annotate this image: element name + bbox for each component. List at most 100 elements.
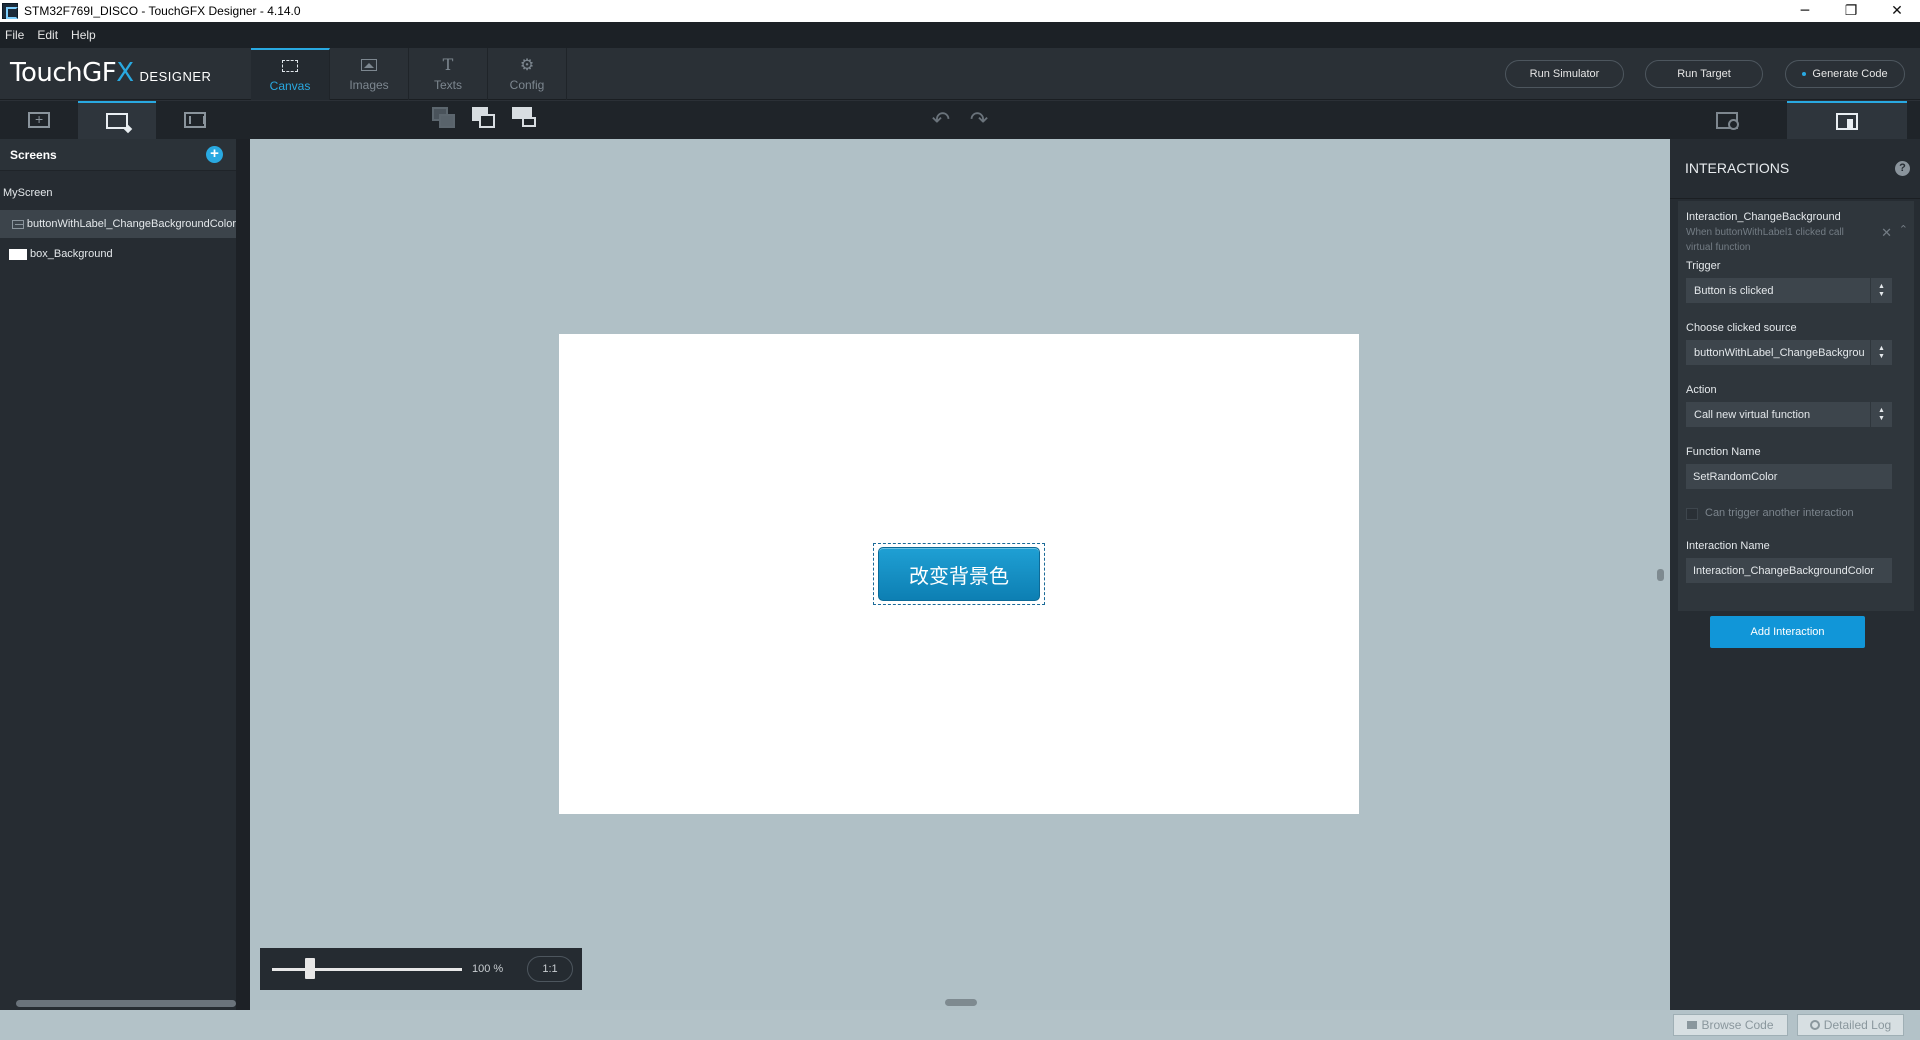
tree-scrollbar[interactable]: [16, 1000, 236, 1007]
touchgfx-logo: TouchGFX DESIGNER: [10, 58, 211, 90]
add-screen-button[interactable]: +: [206, 146, 223, 163]
detailed-log-button[interactable]: Detailed Log: [1797, 1014, 1904, 1036]
canvas-vertical-scrollbar[interactable]: [1657, 569, 1664, 581]
window-title: STM32F769I_DISCO - TouchGFX Designer - 4…: [24, 4, 301, 18]
panel-splitter[interactable]: [236, 139, 250, 1010]
canvas-widget-button[interactable]: 改变背景色: [878, 547, 1040, 601]
interactions-icon: [1836, 112, 1858, 130]
select-arrows-icon: ▲ ▼: [1870, 340, 1892, 365]
tree-item-label: buttonWithLabel_ChangeBackgroundColor: [26, 218, 236, 230]
run-simulator-button[interactable]: Run Simulator: [1505, 60, 1624, 88]
restore-button[interactable]: ❐: [1828, 0, 1874, 22]
trigger-select[interactable]: Button is clicked ▲ ▼: [1686, 278, 1892, 303]
properties-panel-tab[interactable]: [1667, 101, 1787, 139]
canvas-widget-button-label: 改变背景色: [909, 565, 1009, 588]
canvas-horizontal-scrollbar[interactable]: [945, 999, 977, 1006]
undo-icon[interactable]: ↶: [926, 107, 956, 133]
collapse-icon[interactable]: ⌃: [1899, 223, 1908, 236]
zoom-slider-track[interactable]: [272, 968, 462, 971]
tree-item-label: box_Background: [30, 248, 113, 260]
widget-properties-icon: [1716, 111, 1739, 130]
properties-tab[interactable]: [156, 101, 234, 139]
interactions-header: INTERACTIONS ?: [1670, 139, 1920, 199]
tree-item-myscreen[interactable]: MyScreen: [0, 179, 236, 207]
title-bar: STM32F769I_DISCO - TouchGFX Designer - 4…: [0, 0, 1920, 22]
close-window-button[interactable]: ✕: [1874, 0, 1920, 22]
box-widget-icon: [9, 248, 27, 260]
tab-canvas[interactable]: Canvas: [251, 48, 330, 100]
zoom-reset-button[interactable]: 1:1: [527, 956, 573, 982]
menu-edit[interactable]: Edit: [32, 28, 66, 42]
browse-code-label: Browse Code: [1701, 1018, 1774, 1032]
source-label: Choose clicked source: [1686, 322, 1797, 334]
canvas-area[interactable]: 改变背景色 100 % 1:1: [250, 139, 1670, 1010]
interaction-description: When buttonWithLabel1 clicked call virtu…: [1686, 227, 1844, 253]
sliders-icon: [184, 112, 206, 128]
run-target-label: Run Target: [1677, 68, 1731, 80]
interaction-name[interactable]: Interaction_ChangeBackground: [1686, 211, 1841, 223]
touchgfx-designer-window: STM32F769I_DISCO - TouchGFX Designer - 4…: [0, 0, 1920, 1040]
bring-forward-icon[interactable]: [472, 107, 498, 131]
menu-file[interactable]: File: [0, 28, 32, 42]
tree-item-label: MyScreen: [3, 187, 53, 199]
help-icon[interactable]: ?: [1895, 161, 1910, 176]
menu-help[interactable]: Help: [66, 28, 104, 42]
can-trigger-checkbox[interactable]: [1686, 508, 1698, 520]
interaction-card: Interaction_ChangeBackground When button…: [1678, 201, 1914, 611]
interaction-name-label: Interaction Name: [1686, 540, 1770, 552]
tab-texts-label: Texts: [433, 77, 462, 92]
run-target-button[interactable]: Run Target: [1645, 60, 1763, 88]
add-interaction-button[interactable]: Add Interaction: [1710, 616, 1865, 648]
add-widget-icon: [28, 111, 50, 128]
zoom-slider-knob[interactable]: [305, 958, 315, 979]
run-simulator-label: Run Simulator: [1529, 68, 1600, 80]
tree-view-tab[interactable]: [78, 101, 156, 139]
redo-icon[interactable]: ↷: [964, 107, 994, 133]
texts-icon: T: [442, 55, 454, 74]
interaction-name-input[interactable]: Interaction_ChangeBackgroundColor: [1686, 558, 1892, 583]
logo-designer-text: DESIGNER: [139, 69, 212, 84]
menu-bar: File Edit Help: [0, 22, 1920, 48]
window-controls: ─ ❐ ✕: [1782, 0, 1920, 22]
action-select[interactable]: Call new virtual function ▲ ▼: [1686, 402, 1892, 427]
screens-panel: Screens + MyScreen buttonWithLabel_Chang…: [0, 139, 236, 1010]
logo-brand: TouchGFX: [10, 58, 134, 88]
interactions-panel-tab[interactable]: [1787, 101, 1907, 139]
generate-code-label: Generate Code: [1812, 68, 1888, 80]
browse-code-button[interactable]: Browse Code: [1673, 1014, 1788, 1036]
add-interaction-label: Add Interaction: [1750, 626, 1825, 638]
tab-config-label: Config: [509, 77, 545, 92]
tree-item-box[interactable]: box_Background: [0, 240, 236, 268]
button-widget-icon: [12, 219, 24, 229]
tab-texts[interactable]: T Texts: [409, 48, 488, 100]
tab-images[interactable]: Images: [330, 48, 409, 100]
images-icon: [360, 57, 378, 73]
clicked-source-select[interactable]: buttonWithLabel_ChangeBackgrou ▲ ▼: [1686, 340, 1892, 365]
tree-view-icon: [106, 113, 128, 129]
generate-code-button[interactable]: Generate Code: [1785, 60, 1905, 88]
source-value: buttonWithLabel_ChangeBackgrou: [1694, 346, 1865, 359]
action-label: Action: [1686, 384, 1717, 396]
log-icon: [1809, 1020, 1820, 1030]
minimize-button[interactable]: ─: [1782, 0, 1828, 22]
main-nav-tabs: Canvas Images T Texts ⚙ Config: [251, 48, 567, 100]
trigger-value: Button is clicked: [1694, 284, 1774, 297]
app-icon: [2, 3, 18, 19]
folder-icon: [1687, 1021, 1698, 1029]
tab-config[interactable]: ⚙ Config: [488, 48, 567, 100]
generate-dot-icon: [1802, 72, 1807, 76]
send-backward-icon[interactable]: [432, 107, 458, 131]
config-icon: ⚙: [519, 55, 535, 74]
delete-interaction-icon[interactable]: ✕: [1881, 225, 1892, 241]
tab-canvas-label: Canvas: [269, 78, 311, 93]
add-widget-tab[interactable]: [0, 101, 78, 139]
function-name-input[interactable]: SetRandomColor: [1686, 464, 1892, 489]
canvas-icon: [281, 58, 299, 74]
zoom-value: 100 %: [472, 963, 504, 975]
screens-header: Screens +: [0, 139, 236, 171]
app-header: TouchGFX DESIGNER Canvas Images T Texts …: [0, 48, 1920, 100]
screens-title: Screens: [10, 148, 57, 162]
select-arrows-icon: ▲ ▼: [1870, 402, 1892, 427]
arrange-icon[interactable]: [512, 107, 538, 131]
tree-item-button[interactable]: buttonWithLabel_ChangeBackgroundColor: [0, 210, 236, 238]
